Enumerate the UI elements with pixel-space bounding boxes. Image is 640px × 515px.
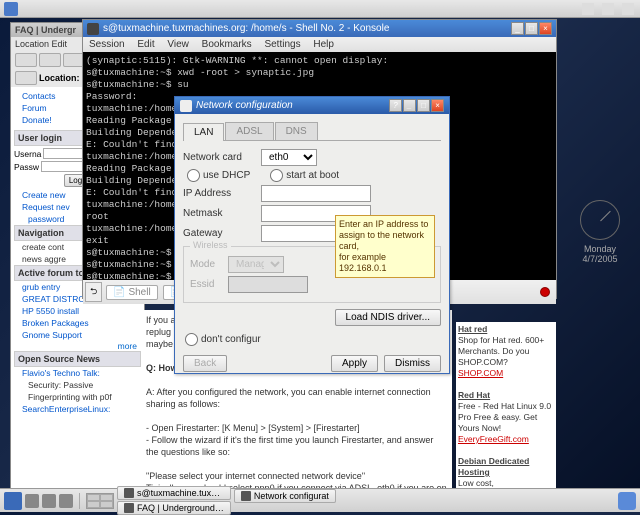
username-label: Userna: [14, 149, 41, 159]
location-label: Location:: [39, 73, 80, 83]
clock-day: Monday: [580, 244, 620, 254]
bullet: - Open Firestarter: [K Menu] > [System] …: [146, 422, 448, 434]
dialog-titlebar[interactable]: Network configuration ? _ □ ×: [175, 97, 449, 114]
task-netconfig[interactable]: Network configurat: [234, 489, 336, 503]
bullet: - Follow the wizard if it's the first ti…: [146, 434, 448, 458]
menu-settings[interactable]: Settings: [264, 39, 300, 50]
tray-icon[interactable]: [622, 3, 634, 15]
dont-config-label: don't configur: [201, 334, 261, 345]
tray-icon[interactable]: [582, 3, 594, 15]
minimize-button[interactable]: _: [403, 99, 416, 112]
kmenu-button[interactable]: [4, 492, 22, 510]
use-dhcp-label: use DHCP: [203, 170, 250, 181]
dialog-icon: [180, 100, 192, 112]
back-icon[interactable]: [15, 53, 37, 67]
dialog-body: LAN ADSL DNS Network card eth0 use DHCP …: [175, 114, 449, 309]
konsole-menubar[interactable]: Session Edit View Bookmarks Settings Hel…: [83, 37, 556, 52]
trash-icon[interactable]: [618, 492, 636, 510]
close-button[interactable]: ×: [431, 99, 444, 112]
close-button[interactable]: ×: [539, 22, 552, 35]
minimize-button[interactable]: _: [511, 22, 524, 35]
forum-item[interactable]: HP 5550 install: [14, 305, 141, 317]
ip-tooltip: Enter an IP address to assign to the net…: [335, 215, 435, 278]
netmask-label: Netmask: [183, 208, 255, 219]
clock-dial: [580, 200, 620, 240]
ad-link[interactable]: SHOP.COM: [458, 368, 503, 378]
netcard-select[interactable]: eth0: [261, 149, 317, 166]
ad-head: Red Hat: [458, 390, 554, 401]
tab-lan[interactable]: LAN: [183, 123, 224, 141]
ip-input[interactable]: [261, 185, 371, 202]
menu-edit[interactable]: Edit: [137, 39, 154, 50]
oss-item[interactable]: Security: Passive: [14, 379, 141, 391]
launcher-icon[interactable]: [59, 494, 73, 508]
essid-input: [228, 276, 308, 293]
tab-adsl[interactable]: ADSL: [225, 122, 273, 140]
ad-text: Shop for Hat red. 600+ Merchants. Do you…: [458, 335, 554, 368]
tab-strip: LAN ADSL DNS: [183, 122, 441, 141]
ip-label: IP Address: [183, 188, 255, 199]
fwd-icon[interactable]: [39, 53, 61, 67]
oss-head: Open Source News: [14, 351, 141, 367]
gateway-label: Gateway: [183, 228, 255, 239]
new-tab-button[interactable]: ⮌: [85, 282, 102, 302]
oss-item[interactable]: Fingerprinting with p0f: [14, 391, 141, 403]
back-button: Back: [183, 355, 227, 372]
start-boot-label: start at boot: [286, 170, 339, 181]
konsole-titlebar[interactable]: s@tuxmachine.tuxmachines.org: /home/s - …: [83, 20, 556, 37]
mode-label: Mode: [190, 259, 222, 270]
ad-head: Hat red: [458, 324, 554, 335]
essid-label: Essid: [190, 279, 222, 290]
use-dhcp-radio[interactable]: [187, 169, 200, 182]
dialog-buttons: Back Apply Dismiss: [175, 349, 449, 378]
top-panel: [0, 0, 640, 18]
forum-item[interactable]: Broken Packages: [14, 317, 141, 329]
tray-icon[interactable]: [602, 3, 614, 15]
ad-column: Hat red Shop for Hat red. 600+ Merchants…: [456, 322, 556, 491]
clock-date: 4/7/2005: [580, 254, 620, 264]
taskbar: s@tuxmachine.tux… FAQ | Underground… Net…: [0, 488, 640, 512]
menu-help[interactable]: Help: [313, 39, 334, 50]
netcard-label: Network card: [183, 152, 255, 163]
menu-bookmarks[interactable]: Bookmarks: [202, 39, 252, 50]
menu-view[interactable]: View: [167, 39, 189, 50]
launcher-icon[interactable]: [42, 494, 56, 508]
desktop-clock: Monday 4/7/2005: [580, 200, 620, 264]
task-browser[interactable]: FAQ | Underground…: [117, 501, 231, 515]
panel-icon[interactable]: [4, 2, 18, 16]
ad-text: Free - Red Hat Linux 9.0 Pro Free & easy…: [458, 401, 554, 434]
load-ndis-button[interactable]: Load NDIS driver...: [335, 309, 441, 326]
task-konsole[interactable]: s@tuxmachine.tux…: [117, 486, 231, 500]
maximize-button[interactable]: □: [417, 99, 430, 112]
answer: A: After you configured the network, you…: [146, 386, 448, 410]
konsole-icon: [87, 23, 99, 35]
text-line: "Please select your internet connected n…: [146, 470, 448, 482]
ad-head: Debian Dedicated Hosting: [458, 456, 554, 478]
forum-item[interactable]: Gnome Support: [14, 329, 141, 341]
dismiss-button[interactable]: Dismiss: [384, 355, 441, 372]
shell-tab[interactable]: 📄 Shell: [106, 285, 157, 300]
desktop-icon[interactable]: [25, 494, 39, 508]
password-label: Passw: [14, 162, 39, 172]
help-button[interactable]: ?: [389, 99, 402, 112]
tab-dns[interactable]: DNS: [275, 122, 318, 140]
konsole-title-text: s@tuxmachine.tuxmachines.org: /home/s - …: [103, 23, 389, 34]
apply-button[interactable]: Apply: [331, 355, 378, 372]
dont-config-radio[interactable]: [185, 333, 198, 346]
menu-session[interactable]: Session: [89, 39, 125, 50]
wireless-legend: Wireless: [190, 240, 231, 250]
mode-select: Managed: [228, 256, 284, 273]
oss-item[interactable]: SearchEnterpriseLinux:: [14, 403, 141, 415]
record-icon[interactable]: [540, 287, 550, 297]
dialog-title-text: Network configuration: [196, 100, 293, 111]
more-link[interactable]: more: [14, 341, 141, 351]
start-boot-radio[interactable]: [270, 169, 283, 182]
maximize-button[interactable]: □: [525, 22, 538, 35]
pager[interactable]: [86, 493, 114, 509]
location-icon[interactable]: [15, 71, 37, 85]
oss-item[interactable]: Flavio's Techno Talk:: [14, 367, 141, 379]
ad-link[interactable]: EveryFreeGift.com: [458, 434, 529, 444]
